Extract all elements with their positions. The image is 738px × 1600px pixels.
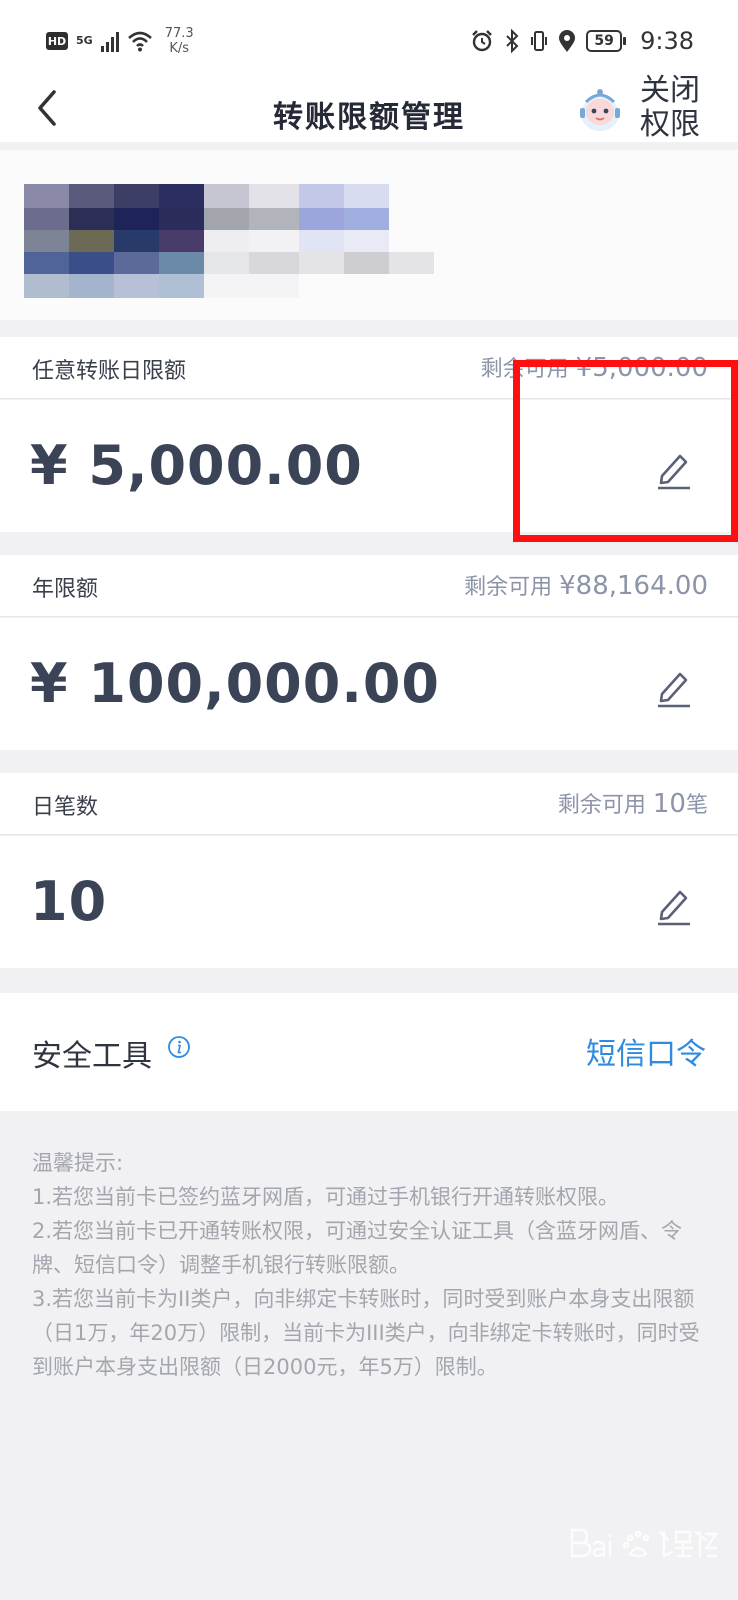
hd-icon: HD	[46, 32, 68, 50]
tip-item: 1.若您当前卡已签约蓝牙网盾，可通过手机银行开通转账权限。	[32, 1185, 620, 1209]
assistant-mascot-icon[interactable]	[574, 84, 626, 136]
bluetooth-icon	[506, 29, 519, 53]
status-bar: HD 5G 77.3 K/s 59 9:38	[0, 0, 738, 80]
daily-count-row: 10	[0, 836, 738, 968]
tip-item: 2.若您当前卡已开通转账权限，可通过安全认证工具（含蓝牙网盾、令牌、短信口令）调…	[32, 1219, 683, 1277]
baidu-watermark-logo	[570, 1528, 718, 1558]
battery-icon: 59	[586, 30, 627, 52]
daily-limit-amount: ¥ 5,000.00	[30, 434, 363, 497]
tips-title: 温馨提示:	[32, 1151, 124, 1175]
daily-count-remaining: 剩余可用 10笔	[557, 789, 708, 819]
vibrate-icon	[531, 31, 548, 51]
daily-limit-label: 任意转账日限额	[32, 359, 187, 384]
daily-count-label: 日笔数	[32, 795, 99, 820]
edit-daily-count-icon[interactable]	[654, 882, 694, 926]
signal-icon	[100, 30, 119, 52]
alarm-icon	[472, 30, 492, 52]
clock: 9:38	[640, 27, 694, 55]
tip-item: 3.若您当前卡为II类户，向非绑定卡转账时，同时受到账户本身支出限额（日1万，年…	[32, 1287, 700, 1379]
daily-limit-row: ¥ 5,000.00	[0, 400, 738, 532]
network-type: 5G	[76, 34, 93, 47]
page-title: 转账限额管理	[273, 100, 465, 135]
network-speed: 77.3 K/s	[164, 26, 194, 56]
security-tool-value[interactable]: 短信口令	[586, 1029, 706, 1073]
close-permission-button[interactable]: 关闭 权限	[640, 74, 720, 142]
security-tool-row[interactable]: 安全工具 短信口令	[0, 993, 738, 1111]
annual-limit-label: 年限额	[32, 577, 99, 602]
annual-limit-remaining: 剩余可用 ¥88,164.00	[464, 571, 708, 601]
account-info-blurred	[0, 150, 738, 320]
edit-daily-limit-icon[interactable]	[654, 446, 694, 490]
annual-limit-amount: ¥ 100,000.00	[30, 652, 440, 715]
location-icon	[559, 30, 576, 52]
tips-section: 温馨提示: 1.若您当前卡已签约蓝牙网盾，可通过手机银行开通转账权限。 2.若您…	[32, 1146, 712, 1384]
nav-bar: 转账限额管理 关闭 权限	[0, 74, 738, 142]
annual-limit-row: ¥ 100,000.00	[0, 618, 738, 750]
wifi-icon	[127, 31, 152, 52]
info-icon[interactable]	[167, 1035, 191, 1059]
daily-count-header: 日笔数 剩余可用 10笔	[0, 773, 738, 835]
security-tool-label: 安全工具	[32, 1039, 152, 1074]
annual-limit-header: 年限额 剩余可用 ¥88,164.00	[0, 555, 738, 617]
daily-count-amount: 10	[30, 870, 108, 933]
edit-annual-limit-icon[interactable]	[654, 664, 694, 708]
daily-limit-header: 任意转账日限额 剩余可用 ¥5,000.00	[0, 337, 738, 399]
daily-limit-remaining: 剩余可用 ¥5,000.00	[480, 353, 708, 383]
